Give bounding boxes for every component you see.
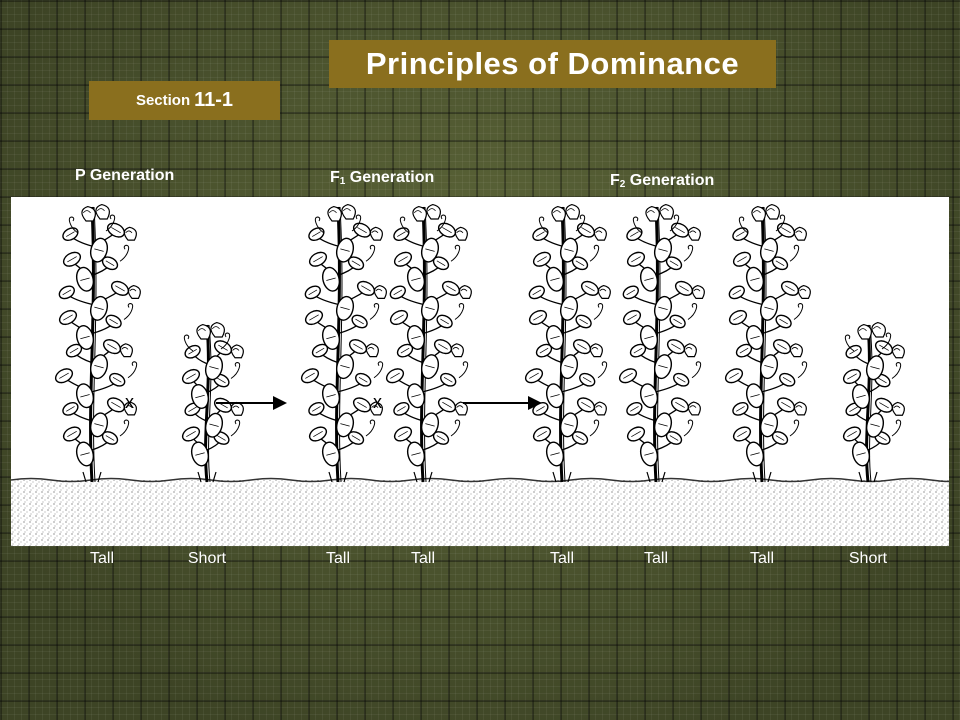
cross-symbol-p: x [125,392,134,412]
plant-tall-7 [724,203,811,483]
plant-label-3: Tall [325,550,351,567]
plant-label-8: Short [848,550,888,567]
p-generation-label: P Generation [75,167,175,184]
plant-label-2: Short [187,550,227,567]
plant-tall-1 [54,203,141,483]
arrow-f1-to-f2 [463,396,542,410]
plant-label-5: Tall [549,550,575,567]
plant-label-4: Tall [410,550,436,567]
pea-plant-illustration: x x [10,197,960,546]
soil [11,480,949,546]
slide-title-box: Principles of Dominance [329,40,776,88]
plant-tall-3 [300,203,387,483]
plant-tall-6 [618,203,705,483]
cross-symbol-f1: x [373,392,382,412]
section-box: Section 11-1 [89,81,280,120]
plant-short-8 [842,321,905,483]
plant-tall-5 [524,203,611,483]
slide-title: Principles of Dominance [365,46,740,81]
f1-generation-label: F1 Generation [330,169,435,187]
plant-label-7: Tall [749,550,775,567]
section-prefix: Section [135,92,191,109]
plants-layer [54,203,905,483]
section-number: 11-1 [194,89,234,111]
f2-generation-label: F2 Generation [610,172,715,190]
plant-tall-4 [385,203,472,483]
plant-label-6: Tall [643,550,669,567]
plant-label-1: Tall [89,550,115,567]
